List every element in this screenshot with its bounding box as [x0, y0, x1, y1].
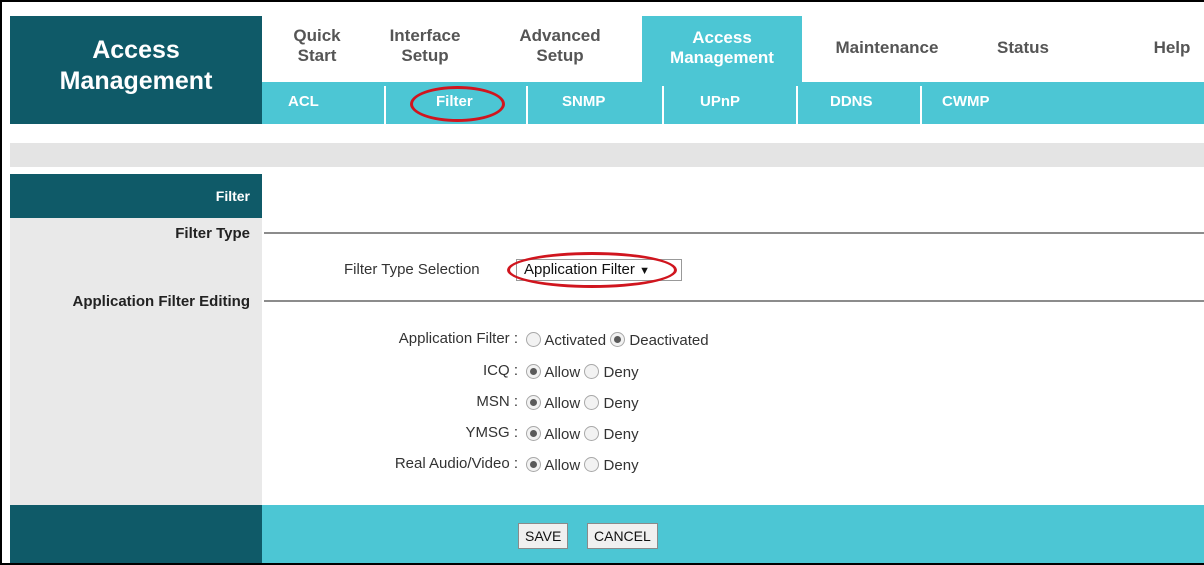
subnav-divider	[662, 86, 664, 124]
ymsg-row-label: YMSG :	[465, 424, 518, 441]
tab-label: Start	[297, 46, 337, 65]
spacer-band	[10, 143, 1204, 167]
ymsg-options: Allow Deny	[526, 426, 639, 443]
app-filter-options: Activated Deactivated	[526, 332, 709, 349]
radio-label: Deny	[603, 426, 639, 443]
subnav-divider	[796, 86, 798, 124]
tab-label: Setup	[401, 46, 449, 65]
chevron-down-icon: ▼	[639, 265, 650, 277]
radio-deny[interactable]	[584, 395, 600, 410]
subnav-divider	[920, 86, 922, 124]
radio-label: Deny	[603, 457, 639, 474]
icq-options: Allow Deny	[526, 364, 639, 381]
icq-row-label: ICQ :	[482, 362, 518, 379]
brand-title-line1: Access	[92, 36, 180, 64]
tab-maintenance[interactable]: Maintenance	[822, 38, 952, 58]
real-audio-video-row-label: Real Audio/Video :	[394, 455, 518, 472]
subnav-divider	[384, 86, 386, 124]
page-frame: Access Management Quick Start Interface …	[0, 0, 1204, 565]
subtab-upnp[interactable]: UPnP	[700, 93, 740, 110]
radio-label: Deny	[603, 395, 639, 412]
radio-activated[interactable]	[526, 332, 541, 347]
subnav-divider	[526, 86, 528, 124]
footer-bar	[262, 505, 1204, 563]
tab-label: Setup	[536, 46, 584, 65]
divider-line	[264, 232, 1204, 234]
brand-block: Access Management	[10, 16, 262, 124]
radio-label: Deactivated	[629, 332, 709, 349]
radio-allow[interactable]	[526, 395, 541, 410]
footer-left-bar	[10, 505, 262, 563]
msn-options: Allow Deny	[526, 395, 639, 412]
radio-allow[interactable]	[526, 426, 541, 441]
filter-type-select[interactable]: Application Filter ▼	[516, 259, 682, 281]
filter-type-heading: Filter Type	[175, 225, 250, 242]
radio-label: Activated	[544, 332, 607, 349]
radio-deny[interactable]	[584, 364, 600, 379]
radio-label: Allow	[544, 395, 581, 412]
subtab-ddns[interactable]: DDNS	[830, 93, 873, 110]
cancel-button[interactable]: CANCEL	[587, 523, 658, 549]
tab-label: Interface	[389, 26, 461, 45]
application-filter-editing-heading: Application Filter Editing	[72, 293, 251, 310]
filter-type-select-value: Application Filter	[524, 261, 635, 278]
sub-nav: ACL Filter SNMP UPnP DDNS CWMP	[262, 82, 1204, 124]
radio-label: Deny	[603, 364, 639, 381]
msn-row-label: MSN :	[476, 393, 518, 410]
radio-deny[interactable]	[584, 457, 600, 472]
brand-title-line2: Management	[59, 67, 213, 95]
tab-label: Quick	[293, 26, 341, 45]
subtab-acl[interactable]: ACL	[288, 93, 319, 110]
filter-type-selection-label: Filter Type Selection	[344, 261, 480, 278]
radio-label: Allow	[544, 457, 581, 474]
subtab-filter[interactable]: Filter	[436, 93, 473, 110]
tab-status[interactable]: Status	[988, 38, 1058, 58]
tab-access-management[interactable]: Access Management	[642, 16, 802, 82]
radio-deny[interactable]	[584, 426, 600, 441]
tab-label: Management	[670, 48, 774, 67]
divider-line	[264, 300, 1204, 302]
tab-label: Access	[692, 28, 752, 47]
radio-label: Allow	[544, 426, 581, 443]
subtab-snmp[interactable]: SNMP	[562, 93, 605, 110]
radio-allow[interactable]	[526, 457, 541, 472]
tab-quick-start[interactable]: Quick Start	[282, 26, 352, 66]
save-button[interactable]: SAVE	[518, 523, 569, 549]
real-audio-video-options: Allow Deny	[526, 457, 639, 474]
radio-allow[interactable]	[526, 364, 541, 379]
section-title: Filter	[215, 188, 250, 204]
tab-label: Advanced	[519, 26, 601, 45]
radio-deactivated[interactable]	[610, 332, 626, 347]
radio-label: Allow	[544, 364, 581, 381]
top-nav: Quick Start Interface Setup Advanced Set…	[262, 16, 1204, 82]
tab-help[interactable]: Help	[1142, 38, 1202, 58]
tab-interface-setup[interactable]: Interface Setup	[380, 26, 470, 66]
app-filter-row-label: Application Filter :	[398, 330, 518, 347]
tab-advanced-setup[interactable]: Advanced Setup	[510, 26, 610, 66]
subtab-cwmp[interactable]: CWMP	[942, 93, 990, 110]
left-label-column: Filter Type Application Filter Editing	[10, 218, 262, 505]
section-title-bar: Filter	[10, 174, 262, 218]
